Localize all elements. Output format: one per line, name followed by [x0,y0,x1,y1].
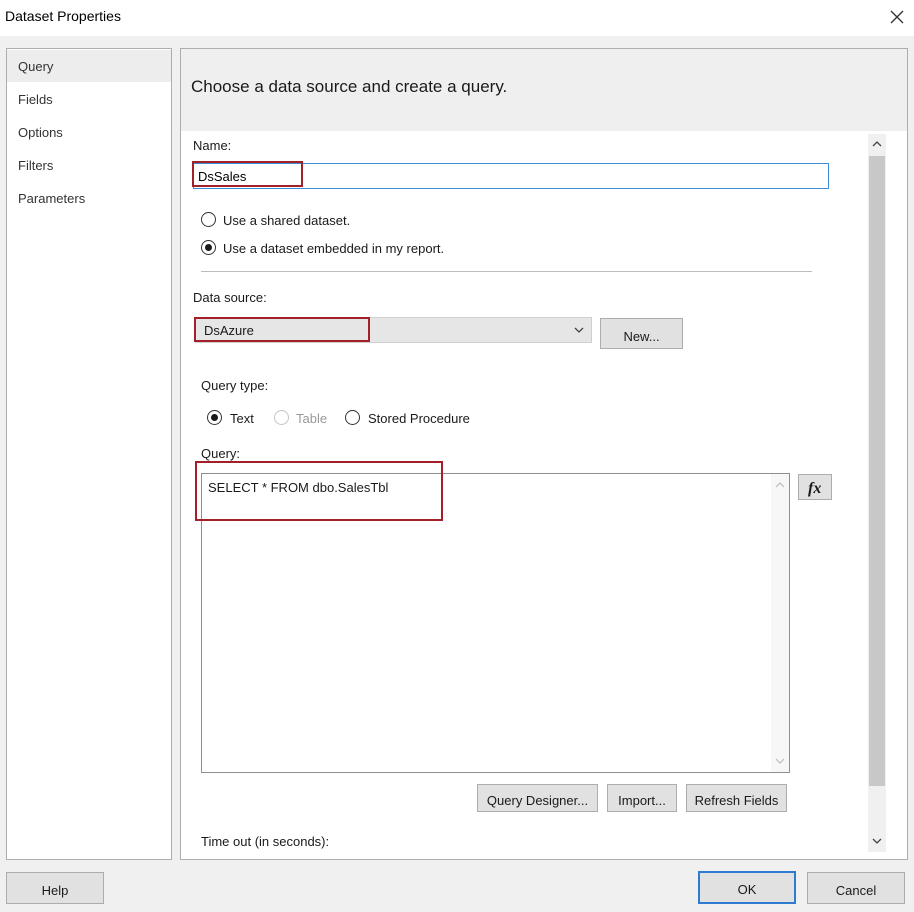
expression-button[interactable]: fx [798,474,832,500]
chevron-up-icon[interactable] [871,139,883,149]
datasource-selected-value: DsAzure [204,323,254,338]
name-label: Name: [193,138,232,153]
nav-item-label: Parameters [18,191,86,206]
nav-item-label: Fields [18,92,53,107]
svg-text:fx: fx [808,480,821,497]
shared-dataset-label: Use a shared dataset. [223,213,351,228]
nav-item-options[interactable]: Options [7,116,171,148]
chevron-down-icon[interactable] [774,756,786,766]
new-datasource-button[interactable]: New... [600,318,683,349]
nav-item-fields[interactable]: Fields [7,83,171,115]
embedded-dataset-label: Use a dataset embedded in my report. [223,241,445,256]
query-type-label: Query type: [201,378,269,393]
chevron-down-icon[interactable] [871,836,883,846]
page-navigation: Query Fields Options Filters Parameters [6,48,172,860]
function-icon: fx [808,480,821,497]
datasource-select[interactable]: DsAzure [195,317,592,343]
datasource-label: Data source: [193,290,267,305]
name-field[interactable] [193,163,829,189]
query-scrollbar[interactable] [771,474,789,772]
query-designer-button[interactable]: Query Designer... [477,784,598,812]
close-icon[interactable] [882,3,912,31]
query-label: Query: [201,446,241,461]
query-type-text-label: Text [230,411,254,426]
window-title: Dataset Properties [5,8,121,24]
chevron-down-icon [574,327,584,333]
help-button[interactable]: Help [6,872,104,904]
title-bar: Dataset Properties [0,0,914,36]
query-text[interactable]: SELECT * FROM dbo.SalesTbl [208,480,388,495]
timeout-label: Time out (in seconds): [201,834,330,849]
query-type-stored-procedure-radio[interactable] [345,410,360,425]
cancel-button[interactable]: Cancel [807,872,905,904]
nav-item-query[interactable]: Query [7,50,171,82]
nav-item-label: Filters [18,158,54,173]
ok-button[interactable]: OK [698,871,796,904]
nav-item-parameters[interactable]: Parameters [7,182,171,214]
nav-item-filters[interactable]: Filters [7,149,171,181]
query-type-stored-procedure-label: Stored Procedure [368,411,470,426]
page-heading: Choose a data source and create a query. [191,77,508,96]
query-type-table-radio [274,410,289,425]
content-scrollbar[interactable] [868,134,886,852]
divider [201,271,812,272]
embedded-dataset-radio[interactable] [201,240,216,255]
nav-item-label: Query [18,59,54,74]
content-panel: Choose a data source and create a query.… [180,48,908,860]
query-type-text-radio[interactable] [207,410,222,425]
query-type-table-label: Table [296,411,328,426]
refresh-fields-button[interactable]: Refresh Fields [686,784,787,812]
shared-dataset-radio[interactable] [201,212,216,227]
nav-item-label: Options [18,125,63,140]
chevron-up-icon[interactable] [774,480,786,490]
page-header: Choose a data source and create a query. [181,49,907,131]
scrollbar-thumb[interactable] [869,156,885,786]
query-editor[interactable]: SELECT * FROM dbo.SalesTbl [201,473,790,773]
import-button[interactable]: Import... [607,784,677,812]
